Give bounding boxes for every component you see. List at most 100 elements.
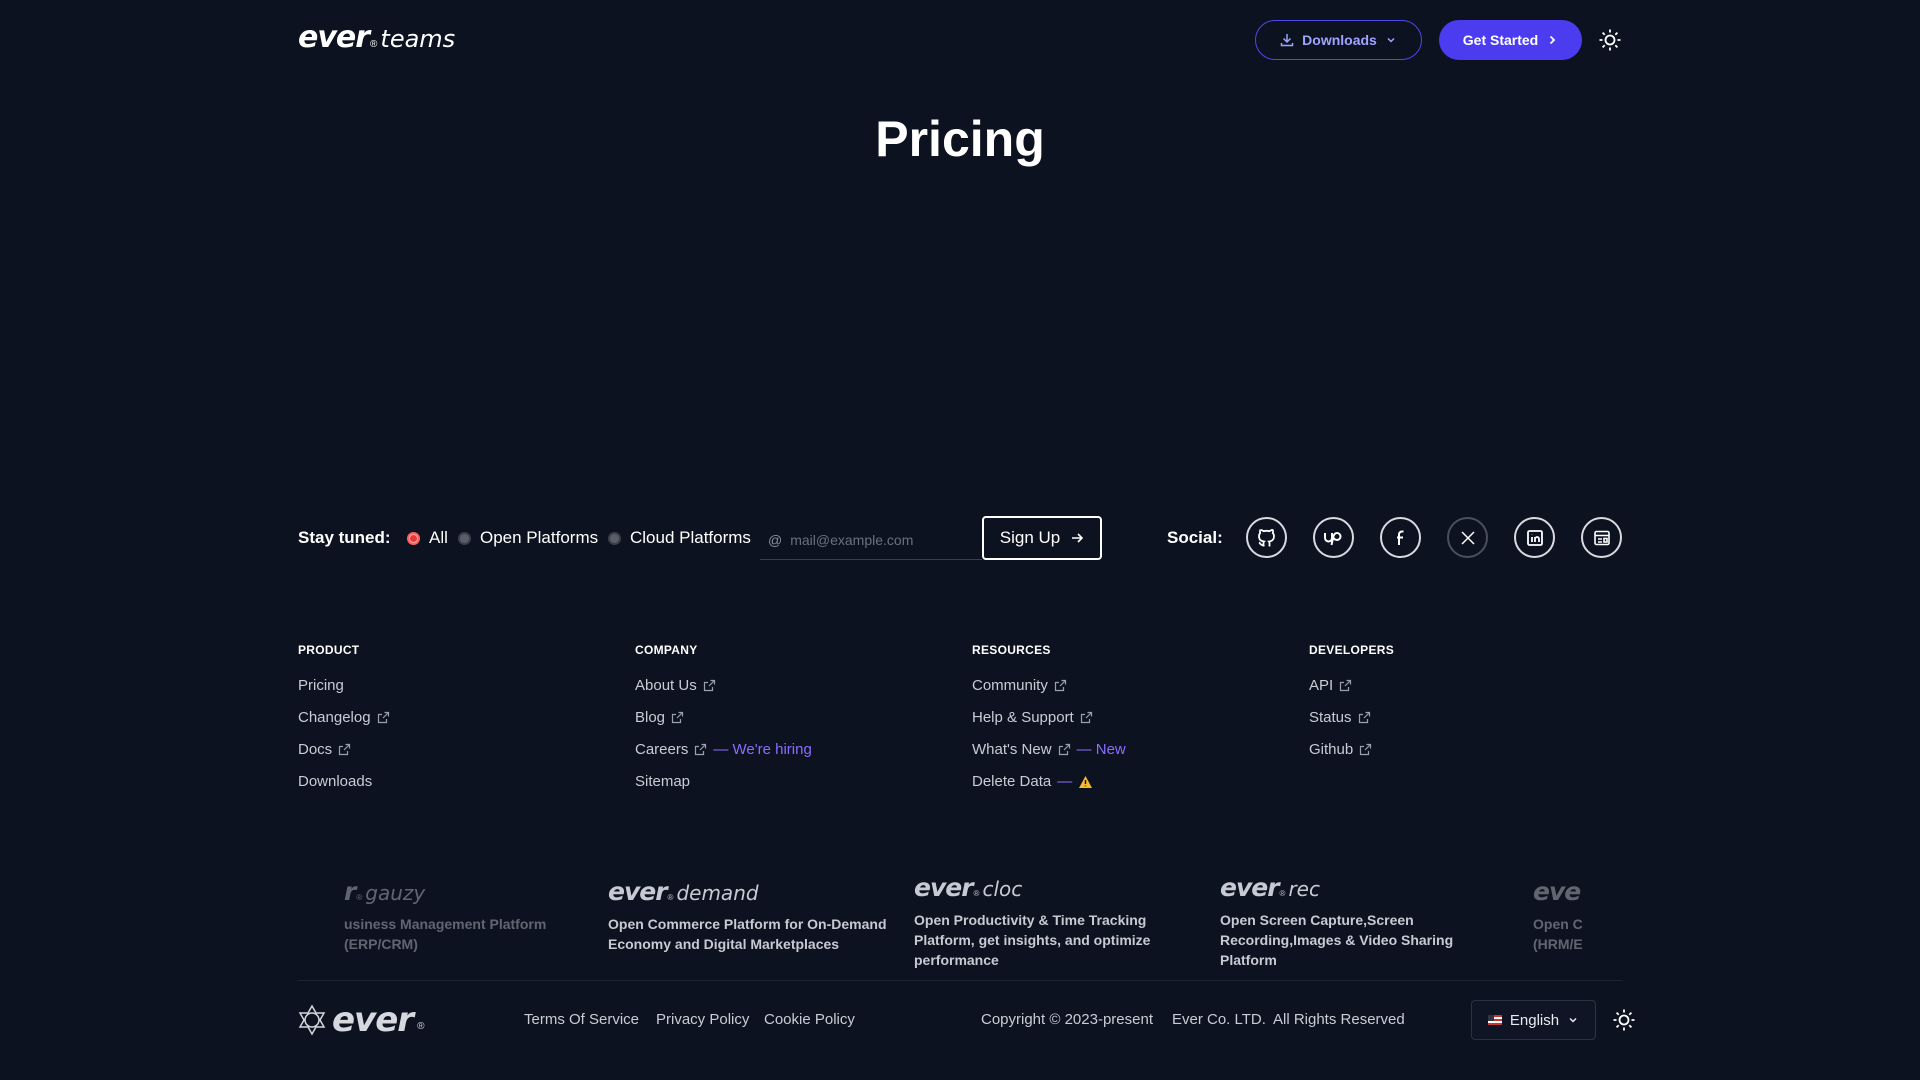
product-logo-prefix: ever	[1220, 873, 1280, 902]
email-input[interactable]	[790, 531, 971, 548]
product-description: usiness Management Platform (ERP/CRM)	[344, 916, 547, 952]
logo-sub: teams	[380, 25, 456, 53]
footer-link-pricing[interactable]: Pricing	[298, 677, 344, 694]
radio-dot	[608, 531, 621, 545]
link-label: What's New	[972, 741, 1052, 758]
link-label: API	[1309, 677, 1334, 694]
downloads-label: Downloads	[1302, 32, 1377, 48]
product-logo-reg: ®	[1279, 889, 1286, 898]
radio-all[interactable]: All	[407, 528, 448, 548]
external-link-icon	[1340, 679, 1352, 692]
x-icon	[1460, 530, 1475, 545]
footer-heading-company: COMPANY	[635, 643, 698, 657]
privacy-link[interactable]: Privacy Policy	[656, 1011, 749, 1028]
footer-link-whats-new[interactable]: What's New — New	[972, 741, 1126, 758]
link-label: Status	[1309, 709, 1352, 726]
ever-teams-logo[interactable]: ever ® teams	[298, 20, 455, 55]
download-icon	[1280, 34, 1294, 47]
external-link-icon	[1080, 711, 1092, 724]
x-link[interactable]	[1447, 517, 1488, 558]
radio-open-platforms[interactable]: Open Platforms	[458, 528, 598, 548]
footer-heading-developers: DEVELOPERS	[1309, 643, 1395, 657]
product-logo: r ® gauzy	[344, 877, 574, 906]
chevron-down-icon	[1387, 37, 1395, 43]
footer-link-changelog[interactable]: Changelog	[298, 709, 390, 726]
rights-text: All Rights Reserved	[1273, 1011, 1405, 1028]
language-label: English	[1509, 1011, 1560, 1029]
hiring-badge: — We're hiring	[713, 741, 812, 758]
footer-link-community[interactable]: Community	[972, 677, 1067, 694]
downloads-button[interactable]: Downloads	[1255, 20, 1422, 60]
footer-link-github[interactable]: Github	[1309, 741, 1372, 758]
github-icon	[1257, 528, 1275, 546]
footer-link-api[interactable]: API	[1309, 677, 1352, 694]
ever-logo[interactable]: ever ®	[296, 1000, 424, 1040]
external-link-icon	[1360, 743, 1372, 756]
footer-link-downloads[interactable]: Downloads	[298, 773, 372, 790]
newsletter-link[interactable]	[1581, 517, 1622, 558]
link-label: Sitemap	[635, 773, 691, 790]
link-label: Community	[972, 677, 1048, 694]
logo-registered: ®	[370, 39, 378, 50]
product-description: Open Commerce Platform for On-Demand Eco…	[608, 916, 887, 952]
footer-link-help-support[interactable]: Help & Support	[972, 709, 1093, 726]
sign-up-label: Sign Up	[999, 528, 1061, 547]
link-label: Blog	[635, 709, 666, 726]
radio-dot-selected	[407, 531, 420, 545]
footer-link-careers[interactable]: Careers — We're hiring	[635, 741, 812, 758]
product-description: Open Productivity & Time Tracking Platfo…	[914, 912, 1151, 968]
product-logo: ever ® cloc	[914, 873, 1174, 902]
facebook-link[interactable]	[1380, 517, 1421, 558]
product-card-rec[interactable]: ever ® rec Open Screen Capture,Screen Re…	[1220, 873, 1470, 970]
link-label: Changelog	[298, 709, 371, 726]
product-card-cloc[interactable]: ever ® cloc Open Productivity & Time Tra…	[914, 873, 1174, 970]
company-link[interactable]: Ever Co. LTD.	[1172, 1011, 1266, 1028]
radio-cloud-platforms[interactable]: Cloud Platforms	[608, 528, 751, 548]
chevron-right-icon	[1550, 35, 1556, 45]
email-field-wrapper: @	[760, 520, 982, 560]
product-card-demand[interactable]: ever ® demand Open Commerce Platform for…	[608, 877, 898, 954]
new-badge: — New	[1076, 741, 1126, 758]
social-label: Social:	[1167, 528, 1223, 547]
ever-star-icon	[298, 1004, 326, 1036]
product-logo-name: rec	[1288, 877, 1320, 901]
linkedin-icon	[1526, 529, 1543, 546]
sign-up-button[interactable]: Sign Up	[982, 516, 1102, 560]
link-label: Github	[1309, 741, 1354, 758]
theme-toggle-bottom[interactable]	[1611, 1007, 1637, 1033]
external-link-icon	[695, 743, 707, 756]
radio-dot	[458, 531, 471, 545]
footer-link-blog[interactable]: Blog	[635, 709, 684, 726]
product-card-gauzy[interactable]: r ® gauzy usiness Management Platform (E…	[344, 877, 574, 954]
get-started-label: Get Started	[1462, 32, 1539, 48]
footer-link-delete-data[interactable]: Delete Data —	[972, 773, 1093, 790]
linkedin-link[interactable]	[1514, 517, 1555, 558]
github-link[interactable]	[1246, 517, 1287, 558]
product-logo-prefix: r	[344, 877, 356, 906]
stay-tuned-label: Stay tuned:	[298, 528, 391, 547]
radio-all-label: All	[429, 528, 448, 547]
product-logo-prefix: ever	[914, 873, 974, 902]
product-logo-name: gauzy	[365, 881, 426, 905]
footer-heading-resources: RESOURCES	[972, 643, 1051, 657]
upwork-link[interactable]	[1313, 517, 1354, 558]
language-select[interactable]: English	[1471, 1000, 1596, 1040]
terms-link[interactable]: Terms Of Service	[524, 1011, 639, 1028]
footer-link-about-us[interactable]: About Us	[635, 677, 716, 694]
footer-link-status[interactable]: Status	[1309, 709, 1371, 726]
product-logo-reg: ®	[667, 893, 674, 902]
us-flag-icon	[1487, 1015, 1502, 1025]
page-title: Pricing	[875, 111, 1045, 167]
link-label: Careers	[635, 741, 689, 758]
sun-icon	[1599, 29, 1621, 51]
product-logo: ever ® demand	[608, 877, 898, 906]
bottom-logo-reg: ®	[417, 1021, 425, 1032]
footer-link-sitemap[interactable]: Sitemap	[635, 773, 690, 790]
delete-data-dash: —	[1057, 773, 1073, 790]
product-card-partial[interactable]: eve Open C (HRM/E	[1533, 877, 1595, 954]
theme-toggle-button[interactable]	[1597, 27, 1623, 53]
cookie-link[interactable]: Cookie Policy	[764, 1011, 855, 1028]
get-started-button[interactable]: Get Started	[1439, 20, 1582, 60]
footer-link-docs[interactable]: Docs	[298, 741, 351, 758]
external-link-icon	[339, 743, 351, 756]
